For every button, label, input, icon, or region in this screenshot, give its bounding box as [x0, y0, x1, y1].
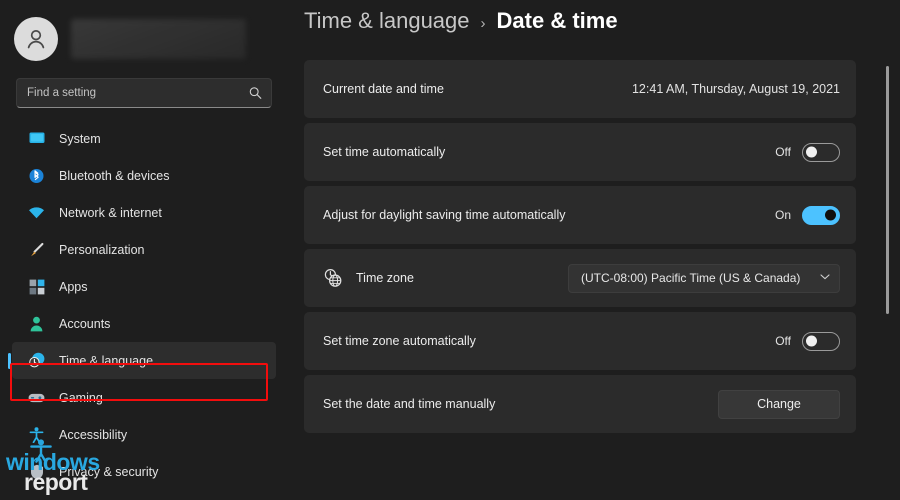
- setting-label: Time zone: [356, 271, 414, 285]
- avatar[interactable]: [14, 17, 58, 61]
- setting-row-set-time-automatically: Set time automatically Off: [304, 123, 856, 181]
- setting-row-time-zone: Time zone (UTC-08:00) Pacific Time (US &…: [304, 249, 856, 307]
- sidebar-item-label: Accounts: [59, 317, 110, 331]
- toggle-group: Off: [775, 143, 840, 162]
- clock-globe-icon: [323, 268, 343, 288]
- person-icon: [23, 26, 49, 52]
- sidebar-nav: System Bluetooth & devices: [0, 120, 290, 490]
- setting-label: Set time automatically: [323, 145, 445, 159]
- sidebar-item-gaming[interactable]: Gaming: [12, 379, 276, 416]
- page-title: Date & time: [497, 8, 618, 34]
- sidebar-item-label: Gaming: [59, 391, 103, 405]
- sidebar-item-accounts[interactable]: Accounts: [12, 305, 276, 342]
- sidebar-item-system[interactable]: System: [12, 120, 276, 157]
- person-badge-icon: [28, 315, 45, 332]
- setting-label: Set the date and time manually: [323, 397, 495, 411]
- toggle-knob: [806, 336, 817, 347]
- account-name-redacted: [71, 19, 246, 59]
- sidebar: System Bluetooth & devices: [0, 0, 290, 500]
- setting-label: Adjust for daylight saving time automati…: [323, 208, 565, 222]
- toggle-state-label: Off: [775, 145, 791, 159]
- toggle-knob: [825, 210, 836, 221]
- chevron-right-icon: ›: [481, 15, 486, 32]
- search-container: [16, 78, 272, 108]
- breadcrumb: Time & language › Date & time: [304, 0, 900, 48]
- bluetooth-icon: [28, 167, 45, 184]
- breadcrumb-parent-link[interactable]: Time & language: [304, 8, 470, 34]
- sidebar-item-apps[interactable]: Apps: [12, 268, 276, 305]
- clock-icon: [28, 352, 45, 369]
- toggle-state-label: On: [775, 208, 791, 222]
- shield-icon: [28, 463, 45, 480]
- sidebar-item-accessibility[interactable]: Accessibility: [12, 416, 276, 453]
- search-input[interactable]: [17, 87, 271, 99]
- sidebar-item-label: Personalization: [59, 243, 144, 257]
- scrollbar-track[interactable]: [883, 56, 893, 492]
- current-date-time-value: 12:41 AM, Thursday, August 19, 2021: [632, 82, 840, 96]
- scrollbar-thumb[interactable]: [886, 66, 889, 314]
- time-zone-selected-value: (UTC-08:00) Pacific Time (US & Canada): [581, 271, 800, 285]
- set-time-zone-automatically-toggle[interactable]: [802, 332, 840, 351]
- sidebar-item-label: Privacy & security: [59, 465, 158, 479]
- sidebar-item-label: Accessibility: [59, 428, 127, 442]
- setting-row-set-time-zone-automatically: Set time zone automatically Off: [304, 312, 856, 370]
- setting-row-current-date-time: Current date and time 12:41 AM, Thursday…: [304, 60, 856, 118]
- sidebar-item-privacy-security[interactable]: Privacy & security: [12, 453, 276, 490]
- account-row[interactable]: [0, 10, 290, 68]
- apps-icon: [28, 278, 45, 295]
- sidebar-item-time-language[interactable]: Time & language: [12, 342, 276, 379]
- search-box[interactable]: [16, 78, 272, 108]
- sidebar-item-label: Time & language: [59, 354, 153, 368]
- setting-row-set-date-time-manually: Set the date and time manually Change: [304, 375, 856, 433]
- sidebar-item-label: Network & internet: [59, 206, 162, 220]
- sidebar-item-bluetooth-devices[interactable]: Bluetooth & devices: [12, 157, 276, 194]
- toggle-state-label: Off: [775, 334, 791, 348]
- sidebar-item-personalization[interactable]: Personalization: [12, 231, 276, 268]
- toggle-group: Off: [775, 332, 840, 351]
- toggle-group: On: [775, 206, 840, 225]
- content-area: Time & language › Date & time Current da…: [290, 0, 900, 500]
- set-time-automatically-toggle[interactable]: [802, 143, 840, 162]
- daylight-saving-toggle[interactable]: [802, 206, 840, 225]
- sidebar-item-label: System: [59, 132, 101, 146]
- wifi-icon: [28, 204, 45, 221]
- toggle-knob: [806, 147, 817, 158]
- accessibility-icon: [28, 426, 45, 443]
- setting-label: Current date and time: [323, 82, 444, 96]
- chevron-down-icon: [820, 273, 830, 283]
- gamepad-icon: [28, 389, 45, 406]
- setting-label: Set time zone automatically: [323, 334, 476, 348]
- settings-list: Current date and time 12:41 AM, Thursday…: [304, 60, 856, 433]
- paintbrush-icon: [28, 241, 45, 258]
- change-button[interactable]: Change: [718, 390, 840, 419]
- settings-window: System Bluetooth & devices: [0, 0, 900, 500]
- setting-row-daylight-saving: Adjust for daylight saving time automati…: [304, 186, 856, 244]
- monitor-icon: [28, 130, 45, 147]
- search-icon: [249, 87, 262, 100]
- time-zone-dropdown[interactable]: (UTC-08:00) Pacific Time (US & Canada): [568, 264, 840, 293]
- sidebar-item-label: Apps: [59, 280, 88, 294]
- sidebar-item-label: Bluetooth & devices: [59, 169, 170, 183]
- sidebar-item-network-internet[interactable]: Network & internet: [12, 194, 276, 231]
